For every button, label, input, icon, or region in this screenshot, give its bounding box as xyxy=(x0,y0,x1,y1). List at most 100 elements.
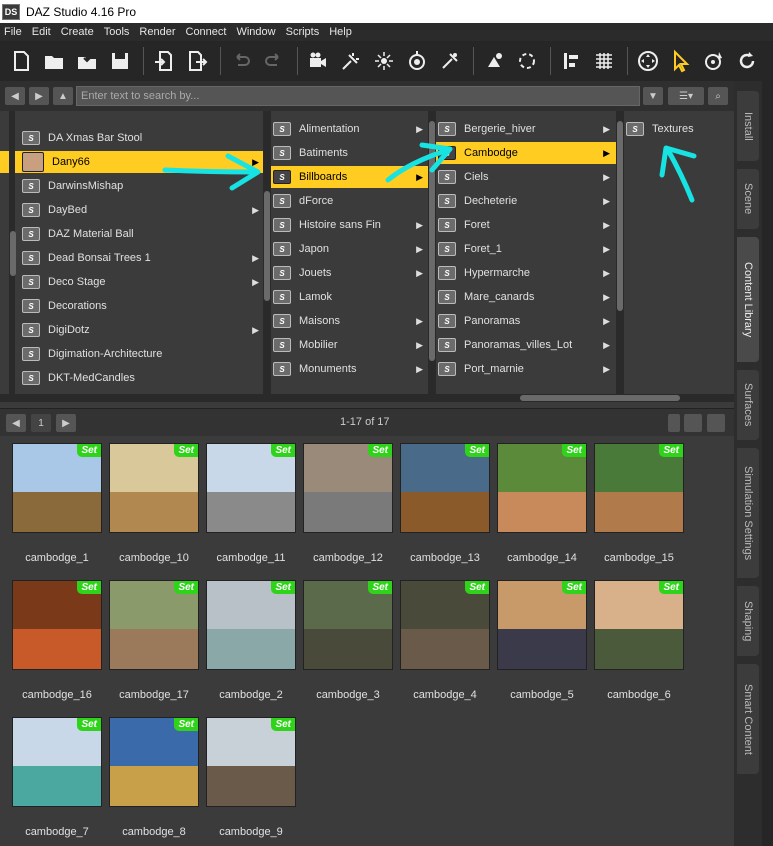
tree-item[interactable]: S DA Xmas Bar Stool xyxy=(0,127,265,149)
tab-simulation-settings[interactable]: Simulation Settings xyxy=(737,448,759,578)
content-item[interactable]: Set cambodge_5 xyxy=(497,580,587,701)
list-view-button[interactable] xyxy=(707,414,725,432)
redo-button[interactable] xyxy=(259,46,289,76)
tree-item[interactable]: S Jouets ▶ xyxy=(271,262,429,284)
item-thumbnail[interactable]: Set xyxy=(594,580,684,670)
universal-tool-button[interactable] xyxy=(633,46,663,76)
render-grid-button[interactable] xyxy=(589,46,619,76)
column-1-scrollbar-right[interactable] xyxy=(263,111,271,394)
create-spotlight-button[interactable] xyxy=(336,46,366,76)
tree-item[interactable]: S Ciels ▶ xyxy=(436,166,616,188)
item-thumbnail[interactable]: Set xyxy=(594,443,684,533)
menu-file[interactable]: File xyxy=(4,26,22,38)
menu-create[interactable]: Create xyxy=(61,26,94,38)
save-button[interactable] xyxy=(105,46,135,76)
pane-splitter[interactable] xyxy=(762,81,773,846)
item-thumbnail[interactable]: Set xyxy=(109,717,199,807)
menu-render[interactable]: Render xyxy=(139,26,175,38)
content-item[interactable]: Set cambodge_14 xyxy=(497,443,587,564)
icon-view-button[interactable] xyxy=(684,414,702,432)
scrollbar-thumb[interactable] xyxy=(264,191,270,301)
menu-connect[interactable]: Connect xyxy=(186,26,227,38)
search-input[interactable] xyxy=(76,86,640,106)
scrollbar-thumb[interactable] xyxy=(429,121,435,361)
create-null-button[interactable] xyxy=(512,46,542,76)
search-history-dropdown[interactable]: ▼ xyxy=(643,87,663,105)
content-item[interactable]: Set cambodge_7 xyxy=(12,717,102,838)
import-button[interactable] xyxy=(149,46,179,76)
item-thumbnail[interactable]: Set xyxy=(206,580,296,670)
tree-item[interactable]: SdForce xyxy=(271,190,429,212)
item-thumbnail[interactable]: Set xyxy=(303,580,393,670)
content-item[interactable]: Set cambodge_8 xyxy=(109,717,199,838)
tree-item[interactable]: S DarwinsMishap xyxy=(0,175,265,197)
menu-tools[interactable]: Tools xyxy=(104,26,130,38)
tree-item[interactable]: S Decorations xyxy=(0,295,265,317)
tree-item[interactable]: S Foret ▶ xyxy=(436,214,616,236)
content-item[interactable]: Set cambodge_15 xyxy=(594,443,684,564)
tree-item[interactable]: S Mare_canards ▶ xyxy=(436,286,616,308)
content-item[interactable]: Set cambodge_16 xyxy=(12,580,102,701)
content-item[interactable]: Set cambodge_1 xyxy=(12,443,102,564)
menu-window[interactable]: Window xyxy=(236,26,275,38)
rotate-tool-button[interactable] xyxy=(699,46,729,76)
item-thumbnail[interactable]: Set xyxy=(400,443,490,533)
create-camera-button[interactable] xyxy=(303,46,333,76)
orbit-tool-button[interactable] xyxy=(732,46,762,76)
scrollbar-thumb[interactable] xyxy=(617,121,623,311)
tree-horizontal-scrollbar[interactable] xyxy=(0,394,734,402)
align-button[interactable] xyxy=(556,46,586,76)
database-filter-button[interactable]: ☰▾ xyxy=(668,87,704,105)
scrollbar-thumb[interactable] xyxy=(10,231,16,276)
tree-item[interactable]: S Cambodge ▶ xyxy=(436,142,616,164)
tree-item[interactable]: S DAZ Material Ball xyxy=(0,223,265,245)
tree-item[interactable]: S Mobilier ▶ xyxy=(271,334,429,356)
tree-item[interactable]: S Decheterie ▶ xyxy=(436,190,616,212)
previous-page-button[interactable]: ◀ xyxy=(6,414,26,432)
new-scene-button[interactable] xyxy=(6,46,36,76)
column-2-scrollbar[interactable] xyxy=(428,111,436,394)
tree-item[interactable]: S Dead Bonsai Trees 1 ▶ xyxy=(0,247,265,269)
content-item[interactable]: Set cambodge_17 xyxy=(109,580,199,701)
merge-button[interactable] xyxy=(72,46,102,76)
item-thumbnail[interactable]: Set xyxy=(400,580,490,670)
search-button[interactable]: ⌕ xyxy=(708,87,728,105)
item-thumbnail[interactable]: Set xyxy=(497,580,587,670)
column-1-scrollbar[interactable] xyxy=(9,111,16,394)
tab-content-library[interactable]: Content Library xyxy=(737,237,759,362)
tab-install[interactable]: Install xyxy=(737,91,759,161)
node-selection-button[interactable] xyxy=(666,46,696,76)
content-item[interactable]: Set cambodge_6 xyxy=(594,580,684,701)
tree-item[interactable]: S Alimentation ▶ xyxy=(271,118,429,140)
create-point-light-button[interactable] xyxy=(369,46,399,76)
item-thumbnail[interactable]: Set xyxy=(206,717,296,807)
menu-edit[interactable]: Edit xyxy=(32,26,51,38)
content-item[interactable]: Set cambodge_3 xyxy=(303,580,393,701)
tree-item[interactable]: S Lamok xyxy=(271,286,429,308)
up-level-button[interactable]: ▲ xyxy=(53,87,73,105)
item-thumbnail[interactable]: Set xyxy=(497,443,587,533)
page-number-field[interactable]: 1 xyxy=(31,414,51,432)
next-page-button[interactable]: ▶ xyxy=(56,414,76,432)
forward-button[interactable]: ▶ xyxy=(29,87,49,105)
create-primitive-button[interactable] xyxy=(479,46,509,76)
tree-item[interactable]: S Billboards ▶ xyxy=(271,166,429,188)
content-item[interactable]: Set cambodge_4 xyxy=(400,580,490,701)
item-thumbnail[interactable]: Set xyxy=(303,443,393,533)
content-item[interactable]: Set cambodge_12 xyxy=(303,443,393,564)
tab-scene[interactable]: Scene xyxy=(737,169,759,229)
item-thumbnail[interactable]: Set xyxy=(12,443,102,533)
tree-item[interactable]: S Textures xyxy=(624,118,734,140)
tree-item[interactable]: S Histoire sans Fin ▶ xyxy=(271,214,429,236)
menu-scripts[interactable]: Scripts xyxy=(286,26,320,38)
content-item[interactable]: Set cambodge_9 xyxy=(206,717,296,838)
tree-item[interactable]: S Foret_1 ▶ xyxy=(436,238,616,260)
tree-item[interactable]: S Deco Stage ▶ xyxy=(0,271,265,293)
tree-item[interactable]: S Panoramas_villes_Lot ▶ xyxy=(436,334,616,356)
tree-item[interactable]: S DKT-MedCandles xyxy=(0,367,265,389)
item-thumbnail[interactable]: Set xyxy=(12,717,102,807)
tree-item[interactable]: S Bergerie_hiver ▶ xyxy=(436,118,616,140)
content-item[interactable]: Set cambodge_13 xyxy=(400,443,490,564)
create-linear-light-button[interactable] xyxy=(435,46,465,76)
tree-item[interactable]: S Digimation-Architecture xyxy=(0,343,265,365)
